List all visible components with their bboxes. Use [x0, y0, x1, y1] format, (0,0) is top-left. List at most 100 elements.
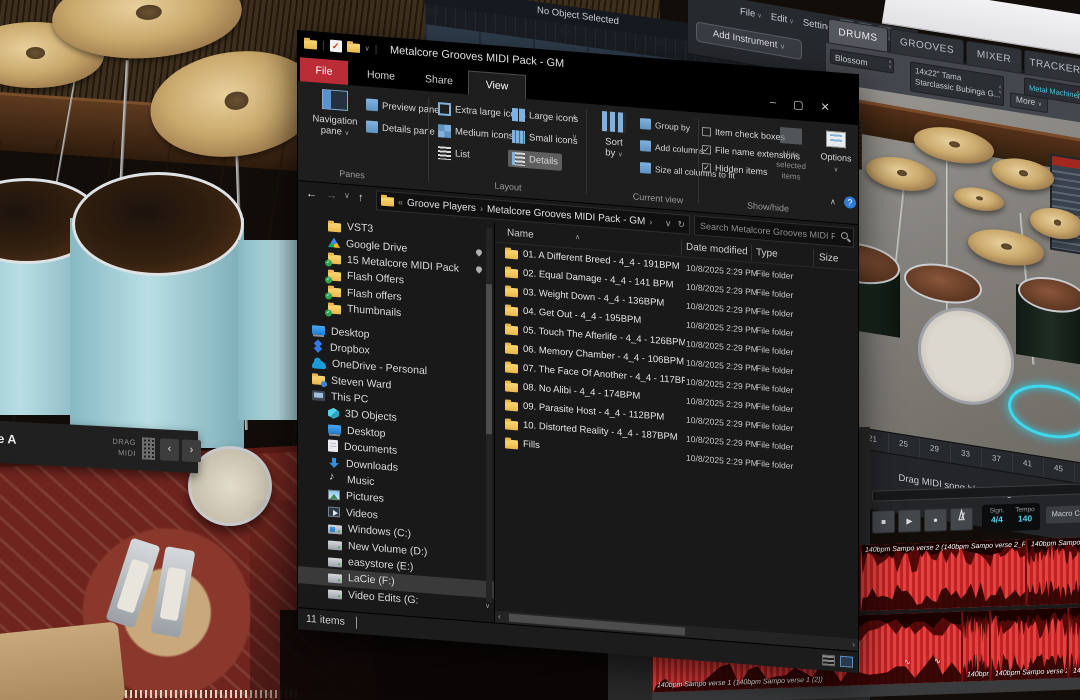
view-option[interactable]: Group by — [640, 118, 690, 133]
group-label: Show/hide — [718, 198, 818, 216]
navigation-pane-button[interactable]: Navigation pane ∨ — [306, 88, 364, 141]
kick-drum-front — [918, 301, 1014, 412]
up-icon[interactable]: ↑ — [358, 192, 364, 204]
layout-icon — [438, 146, 451, 160]
sidebar-item-icon — [328, 506, 340, 517]
sidebar-item-icon — [328, 222, 341, 232]
layout-option[interactable]: Large icons — [508, 106, 582, 129]
file-type: File folder — [756, 458, 814, 473]
scroll-up-icon[interactable]: ∧ — [572, 113, 577, 121]
preset-value: Blossom — [835, 52, 868, 67]
drag-handle-grid-icon[interactable] — [142, 437, 155, 460]
plugin-tab-label: GROOVES — [900, 37, 954, 57]
layout-option-label: Details — [529, 154, 558, 167]
file-date-modified: 10/8/2025 2:29 PM — [686, 262, 754, 277]
scrollbar-thumb[interactable] — [486, 284, 492, 434]
close-button[interactable]: ✕ — [821, 100, 830, 114]
layout-option-label: Large icons — [529, 110, 578, 125]
spinner-icon[interactable]: ∧∨ — [1076, 91, 1080, 102]
address-dropdown-icon[interactable]: ∨ — [665, 217, 672, 229]
sidebar-item-label: This PC — [331, 391, 368, 406]
drum-kit-photo[interactable] — [826, 82, 1080, 463]
column-header-size[interactable]: Size — [819, 252, 838, 265]
refresh-icon[interactable]: ↻ — [677, 218, 685, 230]
scroll-left-icon[interactable]: ‹ — [498, 612, 501, 621]
tempo-signature-panel[interactable]: Sign. 4/4 Tempo 140 — [982, 503, 1040, 532]
column-header-date[interactable]: Date modified — [686, 242, 748, 258]
audio-clip[interactable]: 140bpm Sampo verse 2 (140bpm San — [990, 608, 1068, 681]
ruler-tick-label: 40 — [560, 25, 569, 35]
collapse-ribbon-icon[interactable]: ∧ — [830, 196, 836, 205]
thumbnail-view-toggle-icon[interactable] — [840, 656, 853, 668]
record-button[interactable]: ● — [924, 508, 947, 532]
back-icon[interactable]: ← — [306, 188, 317, 201]
options-button[interactable]: Options ∨ — [816, 130, 856, 177]
folder-icon[interactable] — [304, 39, 317, 49]
scroll-down-icon[interactable]: ∨ — [572, 133, 577, 141]
layout-option[interactable]: Medium icons — [434, 122, 518, 146]
drag-midi-label[interactable]: DRAGMIDI — [80, 434, 136, 459]
column-header-name[interactable]: Name — [507, 228, 534, 241]
column-divider[interactable] — [681, 239, 682, 255]
drag-word: DRAG — [112, 437, 136, 447]
hide-selected-items-button[interactable]: Hide selected items — [768, 126, 814, 184]
clip-label: 140bpm Sampo Chorus (14 — [1031, 537, 1080, 549]
layout-icon — [512, 152, 525, 166]
crumb[interactable]: Groove Players — [407, 197, 476, 213]
search-icon[interactable] — [841, 232, 848, 240]
view-option-icon — [640, 118, 651, 130]
details-view-toggle-icon[interactable] — [822, 654, 835, 666]
menu-item[interactable]: File — [740, 6, 762, 21]
sort-by-button[interactable]: Sort by ∨ — [590, 110, 638, 162]
column-header-type[interactable]: Type — [756, 247, 778, 260]
crumb-root[interactable]: « — [398, 197, 403, 207]
layout-icon — [438, 124, 451, 138]
cymbal-bell — [897, 169, 907, 176]
scroll-down-icon[interactable]: ∨ — [485, 602, 490, 610]
layout-option[interactable]: Small icons — [508, 128, 582, 151]
play-button[interactable]: ▶ — [898, 509, 921, 533]
quick-access-toolbar: | ✓ ∨ | — [304, 38, 377, 56]
file-explorer-window: | ✓ ∨ | Metalcore Grooves MIDI Pack - GM… — [297, 30, 859, 672]
file-date-modified: 10/8/2025 2:29 PM — [686, 357, 754, 372]
spinner-icon[interactable]: ∧∨ — [888, 60, 892, 71]
view-option-icon — [640, 162, 651, 174]
recent-locations-icon[interactable]: ∨ — [344, 191, 350, 200]
add-instrument-button[interactable]: Add Instrument ∨ — [696, 21, 802, 60]
metronome-button[interactable] — [950, 507, 973, 531]
separator: | — [322, 39, 325, 50]
options-icon — [826, 131, 846, 149]
file-date-modified: 10/8/2025 2:29 PM — [686, 281, 754, 296]
audio-clip[interactable]: 140bpm — [962, 611, 990, 682]
chevron-down-icon[interactable]: ∨ — [365, 44, 370, 52]
view-option[interactable]: Add columns — [640, 140, 704, 156]
macro-controls-button[interactable]: Macro Controls — [1046, 505, 1080, 524]
stop-button[interactable]: ■ — [872, 510, 895, 534]
layout-option[interactable]: List — [434, 144, 474, 164]
column-divider[interactable] — [751, 245, 752, 261]
new-folder-icon[interactable] — [347, 42, 360, 52]
wall-poster — [1050, 153, 1080, 254]
maximize-button[interactable]: ▢ — [793, 98, 803, 112]
audio-clip[interactable]: 140bpm Sampo Chorus (14 — [1026, 537, 1080, 605]
menu-item[interactable]: Edit — [771, 12, 794, 27]
layout-option-label: Medium icons — [455, 126, 514, 142]
audio-clip[interactable]: 140bpm Sampo verse 2 (140bpm Sampo verse… — [860, 539, 1026, 611]
help-icon[interactable]: ? — [844, 196, 856, 209]
column-divider[interactable] — [813, 250, 814, 266]
folder-icon — [505, 363, 518, 373]
nav-scrollbar[interactable] — [486, 228, 492, 602]
previous-variation-button[interactable]: ‹ — [160, 438, 179, 461]
plugin-tab-label: TRACKER — [1029, 57, 1080, 76]
properties-check-icon[interactable]: ✓ — [330, 40, 342, 53]
next-variation-button[interactable]: › — [182, 439, 201, 462]
scroll-right-icon[interactable]: › — [852, 640, 855, 649]
pane-toggle[interactable]: Details pane — [366, 120, 435, 137]
forward-icon[interactable]: → — [326, 189, 337, 202]
audio-clip[interactable]: 140bpm Sampo Chorus (14 — [1068, 607, 1080, 678]
spinner-icon[interactable]: ∧∨ — [998, 85, 1002, 96]
automation-lane[interactable] — [872, 483, 1080, 501]
minimize-button[interactable]: – — [770, 96, 776, 109]
navigation-pane[interactable]: VST3 Google Drive 15 Metalcore MIDI Pack… — [298, 207, 494, 622]
layout-option[interactable]: Details — [508, 150, 562, 171]
